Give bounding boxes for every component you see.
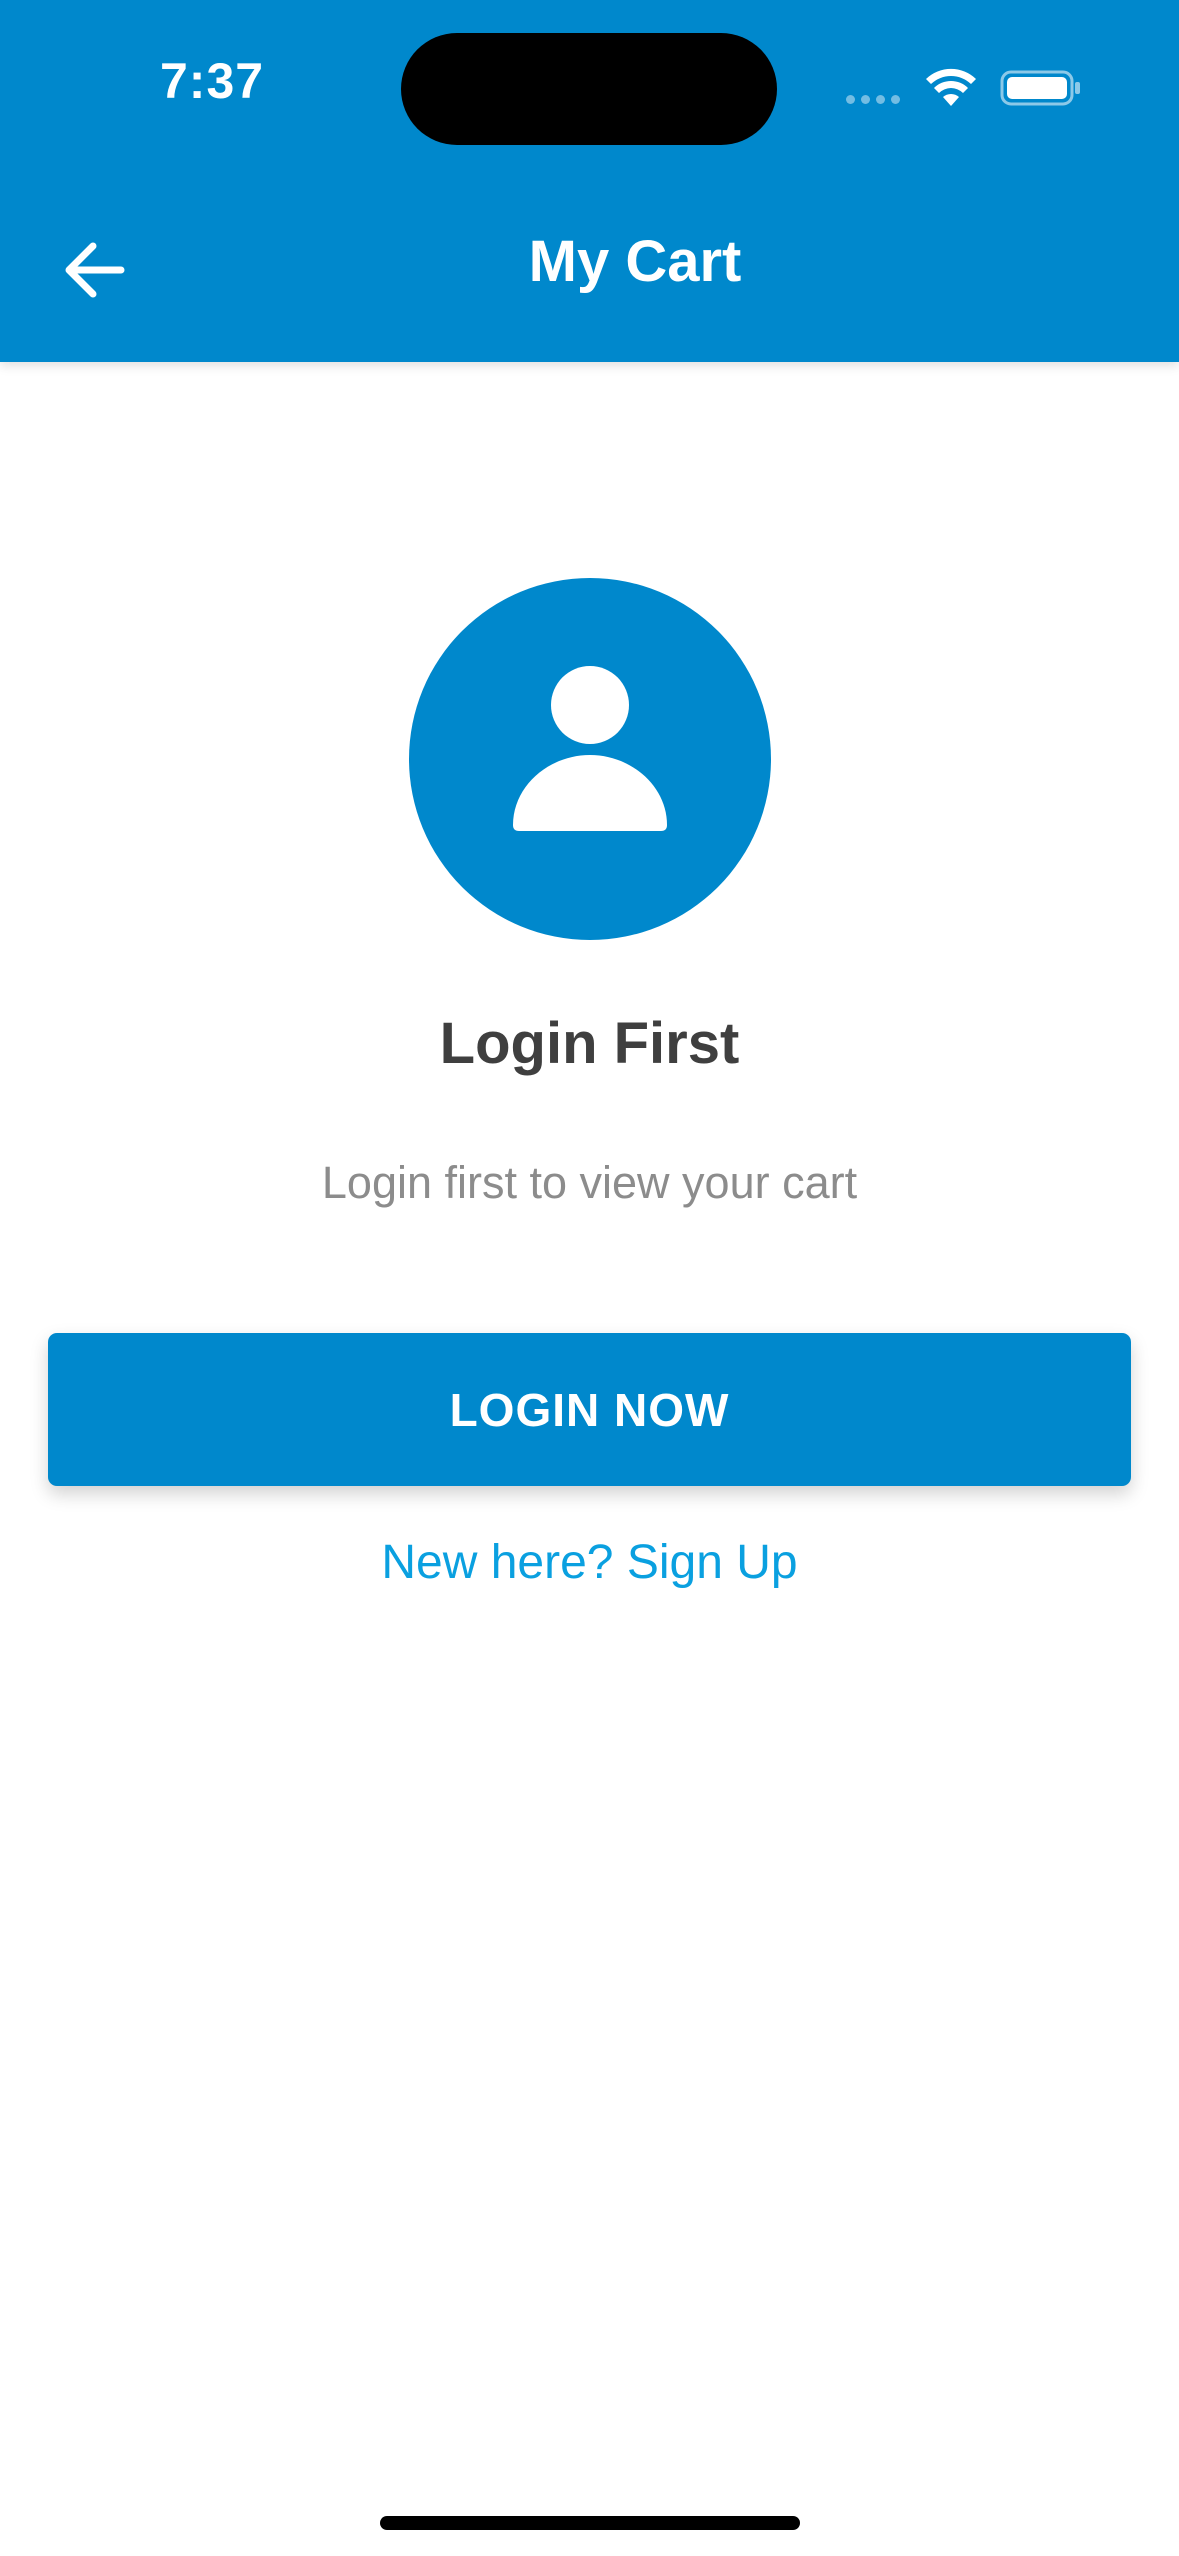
cellular-signal-icon — [846, 95, 900, 104]
login-heading: Login First — [439, 1011, 740, 1076]
avatar — [409, 578, 771, 940]
page-title: My Cart — [528, 229, 742, 294]
status-time: 7:37 — [160, 53, 265, 109]
home-indicator — [380, 2516, 800, 2530]
back-button[interactable] — [54, 230, 134, 310]
signup-link[interactable]: New here? Sign Up — [0, 1535, 1179, 1590]
battery-icon — [1000, 70, 1080, 106]
user-icon — [513, 666, 667, 831]
app-header: 7:37 My Cart — [0, 0, 1179, 362]
login-now-button[interactable]: LOGIN NOW — [48, 1333, 1131, 1486]
wifi-icon — [926, 68, 976, 106]
login-subtext: Login first to view your cart — [321, 1157, 858, 1208]
login-button-label: LOGIN NOW — [449, 1383, 730, 1436]
arrow-left-icon — [65, 242, 125, 298]
dynamic-island — [401, 33, 777, 145]
